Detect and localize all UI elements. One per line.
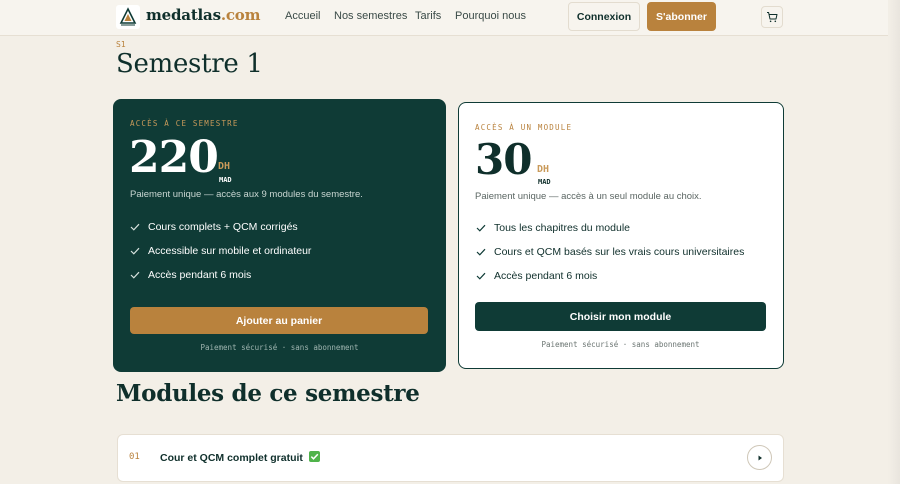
plan-feature: Cours complets + QCM corrigés: [130, 221, 298, 233]
scrollbar[interactable]: [888, 0, 900, 484]
secure-note: Paiement sécurisé · sans abonnement: [541, 340, 700, 349]
plan-feature: Cours et QCM basés sur les vrais cours u…: [476, 246, 744, 258]
nav-link-accueil[interactable]: Accueil: [285, 10, 320, 22]
play-icon: [758, 455, 762, 460]
check-icon: [476, 272, 486, 280]
check-icon: [130, 247, 140, 255]
top-navbar: medatlas.com Accueil Nos semestres Tarif…: [0, 0, 900, 36]
plan-currency: DH: [218, 161, 231, 172]
plan-currency-code: MAD: [219, 176, 232, 184]
page-title: Semestre 1: [116, 49, 263, 79]
module-title[interactable]: Cour et QCM complet gratuit: [160, 451, 320, 464]
module-row[interactable]: 01 Cour et QCM complet gratuit: [117, 434, 784, 482]
plan-description: Paiement unique — accès à un seul module…: [475, 191, 702, 202]
plan-eyebrow: ACCÈS À UN MODULE: [475, 123, 573, 132]
subscribe-button[interactable]: S'abonner: [647, 2, 716, 31]
check-icon: [130, 271, 140, 279]
plan-price: 220: [129, 132, 219, 183]
nav-link-pourquoi[interactable]: Pourquoi nous: [455, 10, 526, 22]
plan-price: 30: [475, 135, 532, 184]
add-to-cart-button[interactable]: Ajouter au panier: [130, 307, 428, 334]
module-number: 01: [129, 452, 140, 462]
plan-feature-label: Cours complets + QCM corrigés: [148, 221, 298, 233]
semester-crumb: S1: [116, 40, 126, 49]
cart-button[interactable]: [761, 6, 783, 28]
plan-eyebrow: ACCÈS À CE SEMESTRE: [130, 119, 239, 128]
plan-feature: Tous les chapitres du module: [476, 222, 630, 234]
plan-feature-label: Accessible sur mobile et ordinateur: [148, 245, 312, 257]
plan-currency-code: MAD: [538, 178, 551, 186]
plan-currency: DH: [537, 164, 550, 175]
login-button[interactable]: Connexion: [568, 2, 640, 31]
plan-feature-label: Tous les chapitres du module: [494, 222, 630, 234]
cart-icon: [767, 12, 778, 23]
plan-feature: Accessible sur mobile et ordinateur: [130, 245, 311, 257]
modules-section-title: Modules de ce semestre: [116, 380, 420, 407]
check-icon: [476, 224, 486, 232]
secure-note: Paiement sécurisé · sans abonnement: [200, 343, 359, 352]
plan-feature-label: Accès pendant 6 mois: [148, 269, 252, 281]
module-title-text: Cour et QCM complet gratuit: [160, 452, 303, 464]
nav-link-tarifs[interactable]: Tarifs: [415, 10, 441, 22]
choose-module-button[interactable]: Choisir mon module: [475, 302, 766, 331]
check-icon: [476, 248, 486, 256]
plan-feature-label: Cours et QCM basés sur les vrais cours u…: [494, 246, 745, 258]
check-mark-emoji-icon: [308, 451, 320, 462]
plan-feature: Accès pendant 6 mois: [130, 269, 251, 281]
check-icon: [130, 223, 140, 231]
logo-icon[interactable]: [116, 5, 140, 29]
play-button[interactable]: [747, 445, 772, 470]
brand-name[interactable]: medatlas.com: [146, 6, 260, 24]
plan-feature-label: Accès pendant 6 mois: [494, 270, 598, 282]
plan-card-module: ACCÈS À UN MODULE 30 DH MAD Paiement uni…: [458, 102, 784, 369]
plan-feature: Accès pendant 6 mois: [476, 270, 597, 282]
nav-link-semestres[interactable]: Nos semestres: [334, 10, 407, 22]
plan-card-semester: ACCÈS À CE SEMESTRE 220 DH MAD Paiement …: [113, 99, 446, 372]
plan-description: Paiement unique — accès aux 9 modules du…: [130, 189, 363, 200]
